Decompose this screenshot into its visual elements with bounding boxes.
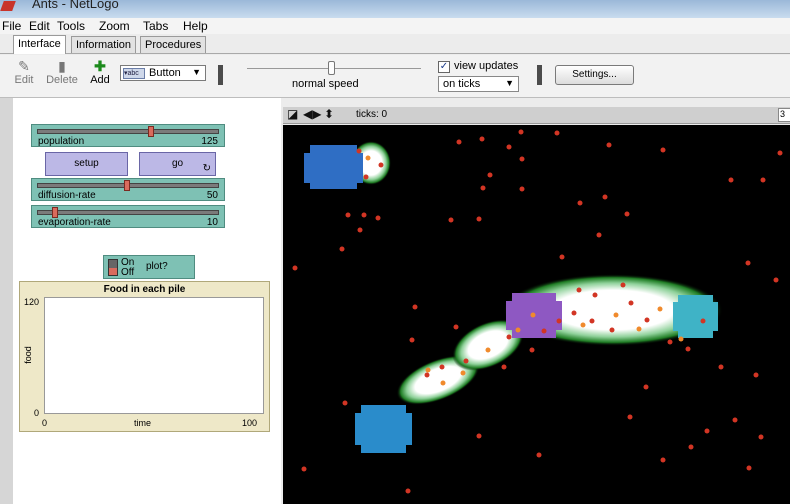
tab-bar: Interface Information Procedures	[0, 34, 790, 54]
menu-tabs[interactable]: Tabs	[143, 19, 168, 33]
tab-information[interactable]: Information	[71, 36, 137, 53]
ants-carrying-food	[365, 155, 684, 386]
population-slider[interactable]: population 125	[31, 124, 225, 147]
menu-edit[interactable]: Edit	[29, 19, 50, 33]
view-size-field[interactable]: 3	[778, 108, 790, 122]
chevron-down-icon: ▼	[505, 78, 514, 88]
delete-button[interactable]: ▮ Delete	[44, 58, 80, 86]
plot-y-label: food	[22, 346, 33, 364]
pan-horizontal-icon[interactable]: ◀▶	[303, 107, 321, 121]
plot-x-min: 0	[42, 418, 48, 428]
toolbar-separator	[218, 65, 223, 85]
menu-tools[interactable]: Tools	[57, 19, 85, 33]
menu-help[interactable]: Help	[183, 19, 208, 33]
menu-zoom[interactable]: Zoom	[99, 19, 130, 33]
evaporation-rate-slider-track[interactable]	[37, 210, 219, 215]
delete-label: Delete	[46, 74, 78, 86]
switch-label: plot?	[146, 261, 168, 272]
world-canvas	[292, 129, 783, 494]
population-slider-track[interactable]	[37, 129, 219, 134]
plot-title: Food in each pile	[103, 284, 186, 295]
evaporation-rate-slider[interactable]: evaporation-rate 10	[31, 205, 225, 228]
widget-type-select[interactable]: ▾abc Button ▼	[120, 65, 206, 81]
view-header: ◪ ◀▶ ⬍ ticks: 0 3	[283, 107, 790, 124]
plus-icon: ✚	[94, 58, 106, 74]
view-updates-label: view updates	[454, 60, 519, 72]
diffusion-rate-value: 50	[206, 190, 218, 201]
chevron-down-icon: ▼	[192, 67, 201, 77]
go-button[interactable]: go ↻	[139, 152, 216, 176]
tab-procedures[interactable]: Procedures	[140, 36, 207, 53]
interface-toolbar: ✎ Edit ▮ Delete ✚ Add ▾abc Button ▼	[0, 55, 790, 98]
view-updates-checkbox[interactable]: ✓	[438, 61, 450, 73]
3d-view-icon[interactable]: ◪	[287, 107, 298, 121]
food-pile-cyan	[673, 295, 718, 338]
diffusion-rate-slider[interactable]: diffusion-rate 50	[31, 178, 225, 201]
switch-off-label: Off	[121, 267, 135, 278]
edit-label: Edit	[14, 74, 34, 86]
speed-slider-thumb[interactable]	[328, 61, 335, 75]
diffusion-rate-slider-thumb[interactable]	[124, 180, 130, 191]
ticks-counter: ticks: 0	[356, 109, 388, 120]
plot-x-max: 100	[242, 418, 258, 428]
food-plot: Food in each pile 120 0 food 0 time 100	[19, 281, 270, 432]
pheromone-trails	[351, 141, 723, 405]
evaporation-rate-value: 10	[206, 217, 218, 228]
plot-area	[44, 297, 264, 414]
evaporation-rate-label: evaporation-rate	[38, 217, 111, 228]
pencil-icon: ✎	[18, 58, 30, 74]
world-view[interactable]	[283, 125, 790, 504]
trash-icon: ▮	[58, 58, 66, 74]
plot-switch[interactable]: On Off plot?	[103, 255, 195, 279]
window-title-bar: Ants - NetLogo	[0, 0, 790, 18]
netlogo-app-icon	[0, 1, 16, 11]
food-pile-nest	[355, 405, 412, 453]
menu-bar: File Edit Tools Zoom Tabs Help	[0, 18, 790, 34]
tab-interface[interactable]: Interface	[13, 35, 66, 54]
add-button[interactable]: ✚ Add	[88, 58, 112, 86]
update-mode-select[interactable]: on ticks ▼	[438, 76, 519, 92]
update-mode-value: on ticks	[443, 78, 481, 90]
diffusion-rate-label: diffusion-rate	[38, 190, 96, 201]
widget-type-value: Button	[149, 67, 181, 79]
plot-x-label: time	[134, 418, 152, 428]
setup-button[interactable]: setup	[45, 152, 128, 176]
pan-vertical-icon[interactable]: ⬍	[324, 107, 334, 121]
food-pile-blue	[304, 145, 363, 189]
plot-y-max: 120	[24, 297, 40, 307]
add-label: Add	[90, 74, 110, 86]
population-value: 125	[201, 136, 218, 147]
window-title: Ants - NetLogo	[32, 0, 119, 11]
button-widget-icon: ▾abc	[123, 68, 145, 79]
menu-file[interactable]: File	[2, 19, 21, 33]
settings-button[interactable]: Settings...	[555, 65, 634, 85]
population-label: population	[38, 136, 85, 147]
switch-lever-icon[interactable]	[108, 259, 118, 276]
speed-label: normal speed	[292, 78, 359, 90]
toolbar-separator	[537, 65, 542, 85]
population-slider-thumb[interactable]	[148, 126, 154, 137]
plot-y-min: 0	[34, 408, 40, 418]
forever-loop-icon: ↻	[202, 163, 211, 174]
go-label: go	[171, 158, 184, 169]
edit-button[interactable]: ✎ Edit	[13, 58, 35, 86]
